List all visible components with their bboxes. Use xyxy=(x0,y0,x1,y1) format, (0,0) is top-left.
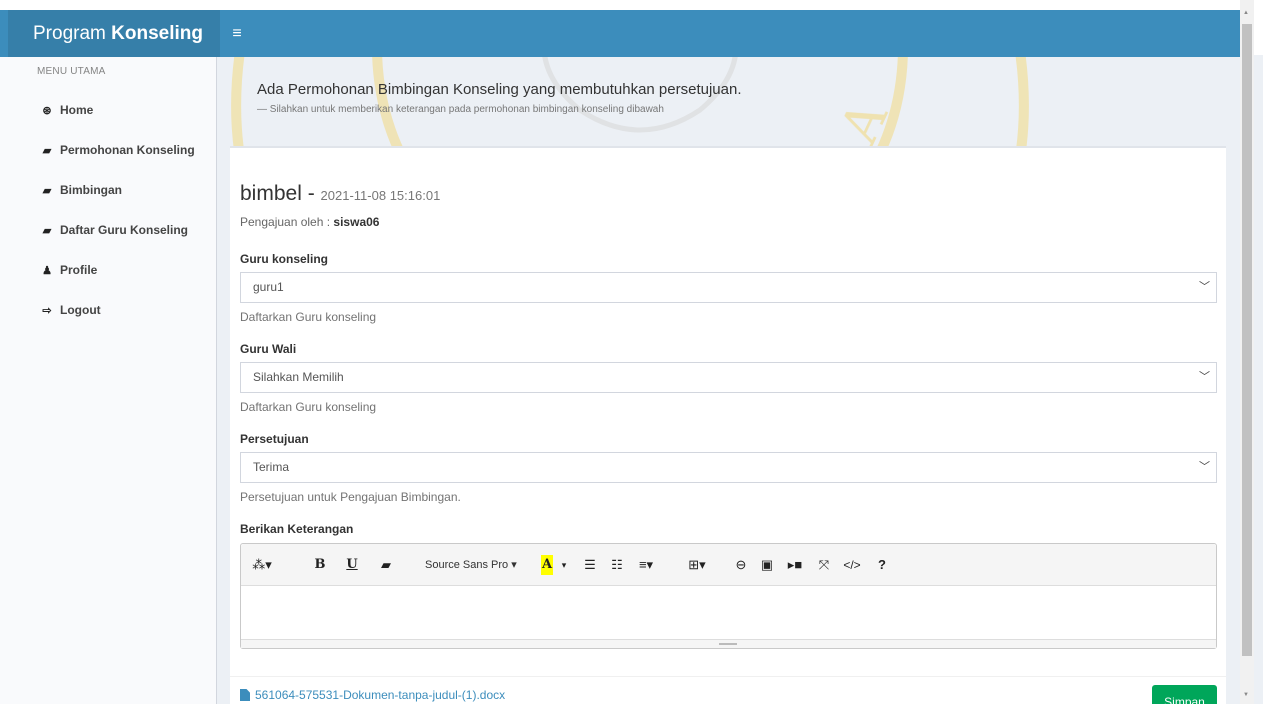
page-subtitle: — Silahkan untuk memberikan keterangan p… xyxy=(257,104,664,115)
rich-text-editor: ⁂▾ B U ▰ Source Sans Pro ▾ A ▾ ☰ ☷ ≡▾ ⊞▾… xyxy=(240,543,1217,649)
request-title: bimbel - 2021-11-08 15:16:01 xyxy=(240,182,440,206)
sidebar-item-profile[interactable]: ♟ Profile xyxy=(41,258,97,282)
menu-header: MENU UTAMA xyxy=(37,66,106,77)
dashboard-icon: ⊛ xyxy=(42,104,52,117)
chevron-down-icon: ﹀ xyxy=(1199,371,1210,383)
brand-prefix: Program xyxy=(33,23,112,44)
sidebar-item-label: Bimbingan xyxy=(60,183,122,197)
guru-wali-value: Silahkan Memilih xyxy=(253,370,344,384)
box-footer-divider xyxy=(230,676,1226,677)
submitted-by-user: siswa06 xyxy=(333,215,380,229)
guru-wali-select[interactable]: Silahkan Memilih ﹀ xyxy=(240,362,1217,393)
magic-style-icon[interactable]: ⁂▾ xyxy=(251,555,273,575)
book-icon: ▰ xyxy=(42,224,52,237)
help-button[interactable]: ? xyxy=(876,555,888,575)
editor-toolbar: ⁂▾ B U ▰ Source Sans Pro ▾ A ▾ ☰ ☷ ≡▾ ⊞▾… xyxy=(241,544,1216,586)
brand-bold: Konseling xyxy=(111,23,203,44)
caret-down-icon[interactable]: ▾ xyxy=(559,555,569,575)
paragraph-align-icon[interactable]: ≡▾ xyxy=(633,555,659,575)
persetujuan-label: Persetujuan xyxy=(240,432,309,446)
book-icon: ▰ xyxy=(42,184,52,197)
keterangan-label: Berikan Keterangan xyxy=(240,522,354,536)
persetujuan-value: Terima xyxy=(253,460,290,474)
submitted-by: Pengajuan oleh : siswa06 xyxy=(240,215,379,229)
chevron-down-icon: ﹀ xyxy=(1199,281,1210,293)
guru-konseling-value: guru1 xyxy=(253,280,284,294)
persetujuan-help: Persetujuan untuk Pengajuan Bimbingan. xyxy=(240,490,461,504)
video-icon[interactable]: ▸■ xyxy=(786,555,804,575)
scrollbar-thumb[interactable] xyxy=(1242,24,1252,656)
sidebar-item-permohonan-konseling[interactable]: ▰ Permohonan Konseling xyxy=(41,138,195,162)
picture-icon[interactable]: ▣ xyxy=(759,555,775,575)
scroll-down-icon[interactable]: ▼ xyxy=(1243,692,1249,698)
ordered-list-icon[interactable]: ☷ xyxy=(609,555,625,575)
table-icon[interactable]: ⊞▾ xyxy=(683,555,711,575)
save-button[interactable]: Simpan xyxy=(1152,685,1217,704)
sidebar-item-label: Daftar Guru Konseling xyxy=(60,223,189,237)
svg-text:A: A xyxy=(829,92,900,154)
editor-resize-handle[interactable] xyxy=(241,639,1216,648)
font-family-dropdown[interactable]: Source Sans Pro ▾ xyxy=(425,555,525,575)
page-title: Ada Permohonan Bimbingan Konseling yang … xyxy=(257,81,742,98)
page-scrollbar[interactable]: ▲ ▼ xyxy=(1240,0,1254,704)
sidebar-item-label: Logout xyxy=(60,303,101,317)
request-name: bimbel xyxy=(240,182,302,205)
guru-wali-help: Daftarkan Guru konseling xyxy=(240,400,377,414)
bold-button[interactable]: B xyxy=(313,555,327,575)
sidebar-item-daftar-guru-konseling[interactable]: ▰ Daftar Guru Konseling xyxy=(41,218,188,242)
guru-wali-label: Guru Wali xyxy=(240,342,297,356)
eraser-icon[interactable]: ▰ xyxy=(379,555,393,575)
sidebar-item-label: Home xyxy=(60,103,94,117)
sign-out-icon: ⇨ xyxy=(42,304,52,317)
sidebar-item-bimbingan[interactable]: ▰ Bimbingan xyxy=(41,178,122,202)
attachment-filename: 561064-575531-Dokumen-tanpa-judul-(1).do… xyxy=(255,688,506,702)
app-brand[interactable]: Program Konseling xyxy=(8,10,220,57)
request-datetime: 2021-11-08 15:16:01 xyxy=(320,188,441,203)
sidebar-item-label: Profile xyxy=(60,263,98,277)
submitted-by-label: Pengajuan oleh : xyxy=(240,215,334,229)
guru-konseling-select[interactable]: guru1 ﹀ xyxy=(240,272,1217,303)
font-family-value: Source Sans Pro xyxy=(425,559,509,571)
guru-konseling-label: Guru konseling xyxy=(240,252,329,266)
highlight-color-button[interactable]: A xyxy=(541,555,553,575)
unordered-list-icon[interactable]: ☰ xyxy=(582,555,598,575)
persetujuan-select[interactable]: Terima ﹀ xyxy=(240,452,1217,483)
sidebar-item-home[interactable]: ⊛ Home xyxy=(41,98,93,122)
user-icon: ♟ xyxy=(42,264,52,277)
link-icon[interactable]: ⊖ xyxy=(733,555,749,575)
hamburger-icon[interactable]: ≡ xyxy=(226,10,248,57)
sidebar-item-label: Permohonan Konseling xyxy=(60,143,195,157)
file-icon xyxy=(240,689,250,701)
sidebar-item-logout[interactable]: ⇨ Logout xyxy=(41,298,101,322)
scroll-up-icon[interactable]: ▲ xyxy=(1243,10,1249,16)
keterangan-textarea[interactable] xyxy=(241,587,1216,637)
title-separator: - xyxy=(301,182,321,205)
fullscreen-icon[interactable]: ⤧ xyxy=(816,555,832,575)
code-view-button[interactable]: </> xyxy=(840,555,864,575)
guru-konseling-help: Daftarkan Guru konseling xyxy=(240,310,377,324)
underline-button[interactable]: U xyxy=(345,555,359,575)
attachment-link[interactable]: 561064-575531-Dokumen-tanpa-judul-(1).do… xyxy=(240,688,505,702)
chevron-down-icon: ﹀ xyxy=(1199,461,1210,473)
book-icon: ▰ xyxy=(42,144,52,157)
request-form-box: bimbel - 2021-11-08 15:16:01 Pengajuan o… xyxy=(230,146,1226,704)
